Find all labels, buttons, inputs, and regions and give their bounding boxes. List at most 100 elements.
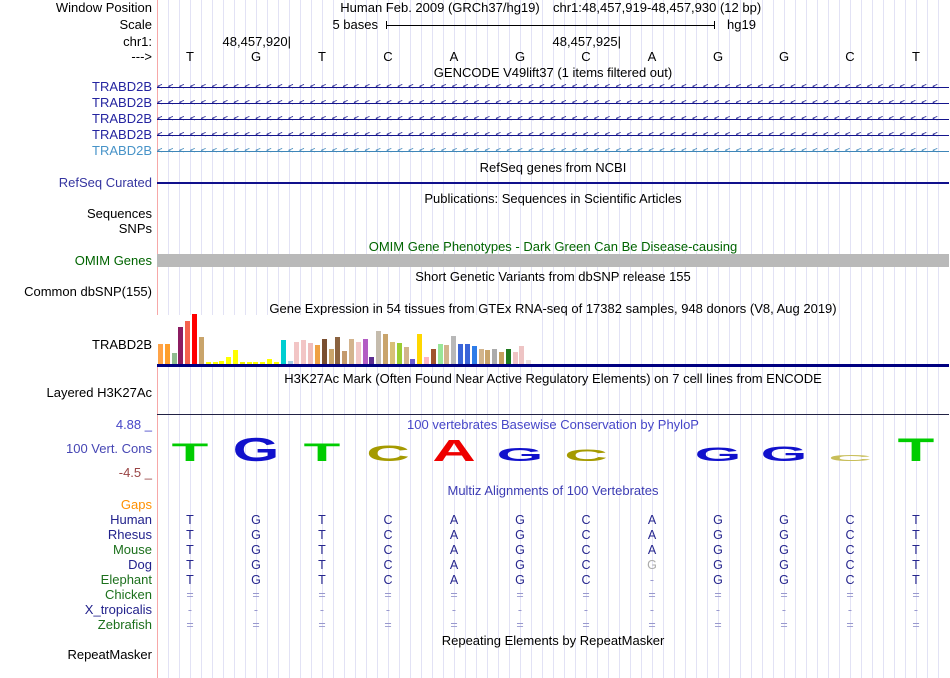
gtex-tissue-bar[interactable] — [349, 339, 354, 364]
multiz-species-label[interactable]: Rhesus — [0, 528, 152, 542]
gtex-tissue-bar[interactable] — [499, 352, 504, 364]
multiz-base: - — [913, 603, 919, 617]
multiz-species-label[interactable]: X_tropicalis — [0, 603, 152, 617]
gencode-transcript-item[interactable]: <<<<<<<<<<<<<<<<<<<<<<<<<<<<<<<<<<<<<<<<… — [157, 129, 949, 141]
gtex-tissue-bar[interactable] — [178, 327, 183, 364]
gtex-tissue-bar[interactable] — [479, 349, 484, 364]
omim-gene-item[interactable] — [157, 254, 949, 267]
refseq-curated-item[interactable] — [157, 182, 949, 184]
multiz-base: T — [318, 543, 326, 557]
gtex-tissue-bar[interactable] — [465, 344, 470, 364]
multiz-base: = — [780, 618, 788, 632]
gtex-tissue-bar[interactable] — [233, 350, 238, 364]
gtex-tissue-bar[interactable] — [308, 343, 313, 364]
multiz-base: G — [713, 558, 723, 572]
gtex-tissue-bar[interactable] — [199, 337, 204, 364]
multiz-base: = — [186, 588, 194, 602]
gtex-tissue-bar[interactable] — [472, 346, 477, 364]
multiz-species-label[interactable]: Zebrafish — [0, 618, 152, 632]
omim-genes-label[interactable]: OMIM Genes — [0, 254, 152, 268]
h3k27ac-track-title: H3K27Ac Mark (Often Found Near Active Re… — [284, 371, 822, 386]
multiz-species-label[interactable]: Mouse — [0, 543, 152, 557]
gtex-tissue-bar[interactable] — [431, 349, 436, 364]
sequences-label[interactable]: Sequences — [0, 207, 152, 221]
gtex-tissue-bar[interactable] — [281, 340, 286, 364]
gtex-tissue-bar[interactable] — [376, 331, 381, 364]
snps-label[interactable]: SNPs — [0, 222, 152, 236]
multiz-species-label[interactable]: Human — [0, 513, 152, 527]
gencode-transcript-label[interactable]: TRABD2B — [0, 112, 152, 126]
gtex-tissue-bar[interactable] — [165, 344, 170, 364]
gtex-tissue-bar[interactable] — [335, 337, 340, 364]
gtex-gene-label[interactable]: TRABD2B — [0, 338, 152, 352]
multiz-species-label[interactable]: Elephant — [0, 573, 152, 587]
gtex-tissue-bar[interactable] — [363, 339, 368, 364]
gencode-transcript-label[interactable]: TRABD2B — [0, 144, 152, 158]
gtex-tissue-bar[interactable] — [444, 345, 449, 364]
conservation-letter: C — [366, 441, 409, 462]
gtex-tissue-bar[interactable] — [329, 349, 334, 364]
multiz-base: G — [647, 558, 657, 572]
gtex-tissue-bar[interactable] — [356, 342, 361, 364]
gtex-tissue-bar[interactable] — [519, 346, 524, 364]
gtex-tissue-bar[interactable] — [458, 344, 463, 364]
gtex-tissue-bar[interactable] — [424, 357, 429, 364]
common-dbsnp-label[interactable]: Common dbSNP(155) — [0, 285, 152, 299]
publications-track-title: Publications: Sequences in Scientific Ar… — [424, 191, 682, 206]
gencode-transcript-item[interactable]: <<<<<<<<<<<<<<<<<<<<<<<<<<<<<<<<<<<<<<<<… — [157, 97, 949, 109]
gtex-tissue-bar[interactable] — [172, 353, 177, 364]
gencode-transcript-label[interactable]: TRABD2B — [0, 80, 152, 94]
gtex-tissue-bar[interactable] — [513, 352, 518, 364]
multiz-base: C — [845, 513, 855, 527]
gtex-tissue-bar[interactable] — [322, 339, 327, 364]
gtex-tissue-bar[interactable] — [342, 351, 347, 364]
gencode-transcript-label[interactable]: TRABD2B — [0, 128, 152, 142]
multiz-base: T — [318, 573, 326, 587]
multiz-base: C — [845, 558, 855, 572]
gencode-transcript-label[interactable]: TRABD2B — [0, 96, 152, 110]
gtex-tissue-bar[interactable] — [390, 342, 395, 364]
gtex-tissue-bar[interactable] — [506, 349, 511, 364]
vert-cons-label[interactable]: 100 Vert. Cons — [0, 442, 152, 456]
gtex-tissue-bar[interactable] — [404, 347, 409, 364]
conservation-letter: A — [432, 434, 475, 462]
gtex-tissue-bar[interactable] — [158, 344, 163, 364]
gtex-tissue-bar[interactable] — [438, 344, 443, 364]
layered-h3k27ac-label[interactable]: Layered H3K27Ac — [0, 386, 152, 400]
gtex-tissue-bar[interactable] — [315, 345, 320, 364]
gtex-tissue-bar[interactable] — [397, 343, 402, 364]
gtex-tissue-bar[interactable] — [185, 321, 190, 364]
multiz-base: = — [318, 618, 326, 632]
multiz-base: = — [714, 588, 722, 602]
multiz-species-label[interactable]: Dog — [0, 558, 152, 572]
multiz-base: T — [186, 558, 194, 572]
scale-value: 5 bases — [332, 17, 378, 32]
ruler-base: C — [845, 49, 855, 64]
gtex-tissue-bar[interactable] — [192, 314, 197, 364]
ruler-base: T — [912, 49, 920, 64]
gencode-transcript-item[interactable]: <<<<<<<<<<<<<<<<<<<<<<<<<<<<<<<<<<<<<<<<… — [157, 113, 949, 125]
gtex-tissue-bar[interactable] — [485, 350, 490, 364]
genome-label: hg19 — [727, 17, 756, 32]
multiz-base: A — [647, 528, 657, 542]
gtex-tissue-bar[interactable] — [492, 349, 497, 364]
multiz-base: C — [845, 573, 855, 587]
multiz-base: C — [845, 543, 855, 557]
gencode-transcript-item[interactable]: <<<<<<<<<<<<<<<<<<<<<<<<<<<<<<<<<<<<<<<<… — [157, 145, 949, 157]
repeatmasker-label[interactable]: RepeatMasker — [0, 648, 152, 662]
conservation-letter: G — [233, 431, 280, 462]
refseq-curated-label[interactable]: RefSeq Curated — [0, 176, 152, 190]
conservation-logo[interactable]: TGTCAGCGGCT — [157, 429, 949, 462]
gencode-transcript-item[interactable]: <<<<<<<<<<<<<<<<<<<<<<<<<<<<<<<<<<<<<<<<… — [157, 81, 949, 93]
gtex-tissue-bar[interactable] — [294, 342, 299, 364]
multiz-species-label[interactable]: Chicken — [0, 588, 152, 602]
multiz-base: = — [450, 588, 458, 602]
gtex-tissue-bar[interactable] — [369, 357, 374, 364]
gtex-tissue-bar[interactable] — [417, 334, 422, 364]
gtex-tissue-bar[interactable] — [301, 340, 306, 364]
gtex-tissue-bar[interactable] — [226, 357, 231, 364]
gtex-tissue-bar[interactable] — [383, 334, 388, 364]
multiz-base: T — [318, 513, 326, 527]
gtex-tissue-bar[interactable] — [451, 336, 456, 364]
multiz-base: C — [845, 528, 855, 542]
